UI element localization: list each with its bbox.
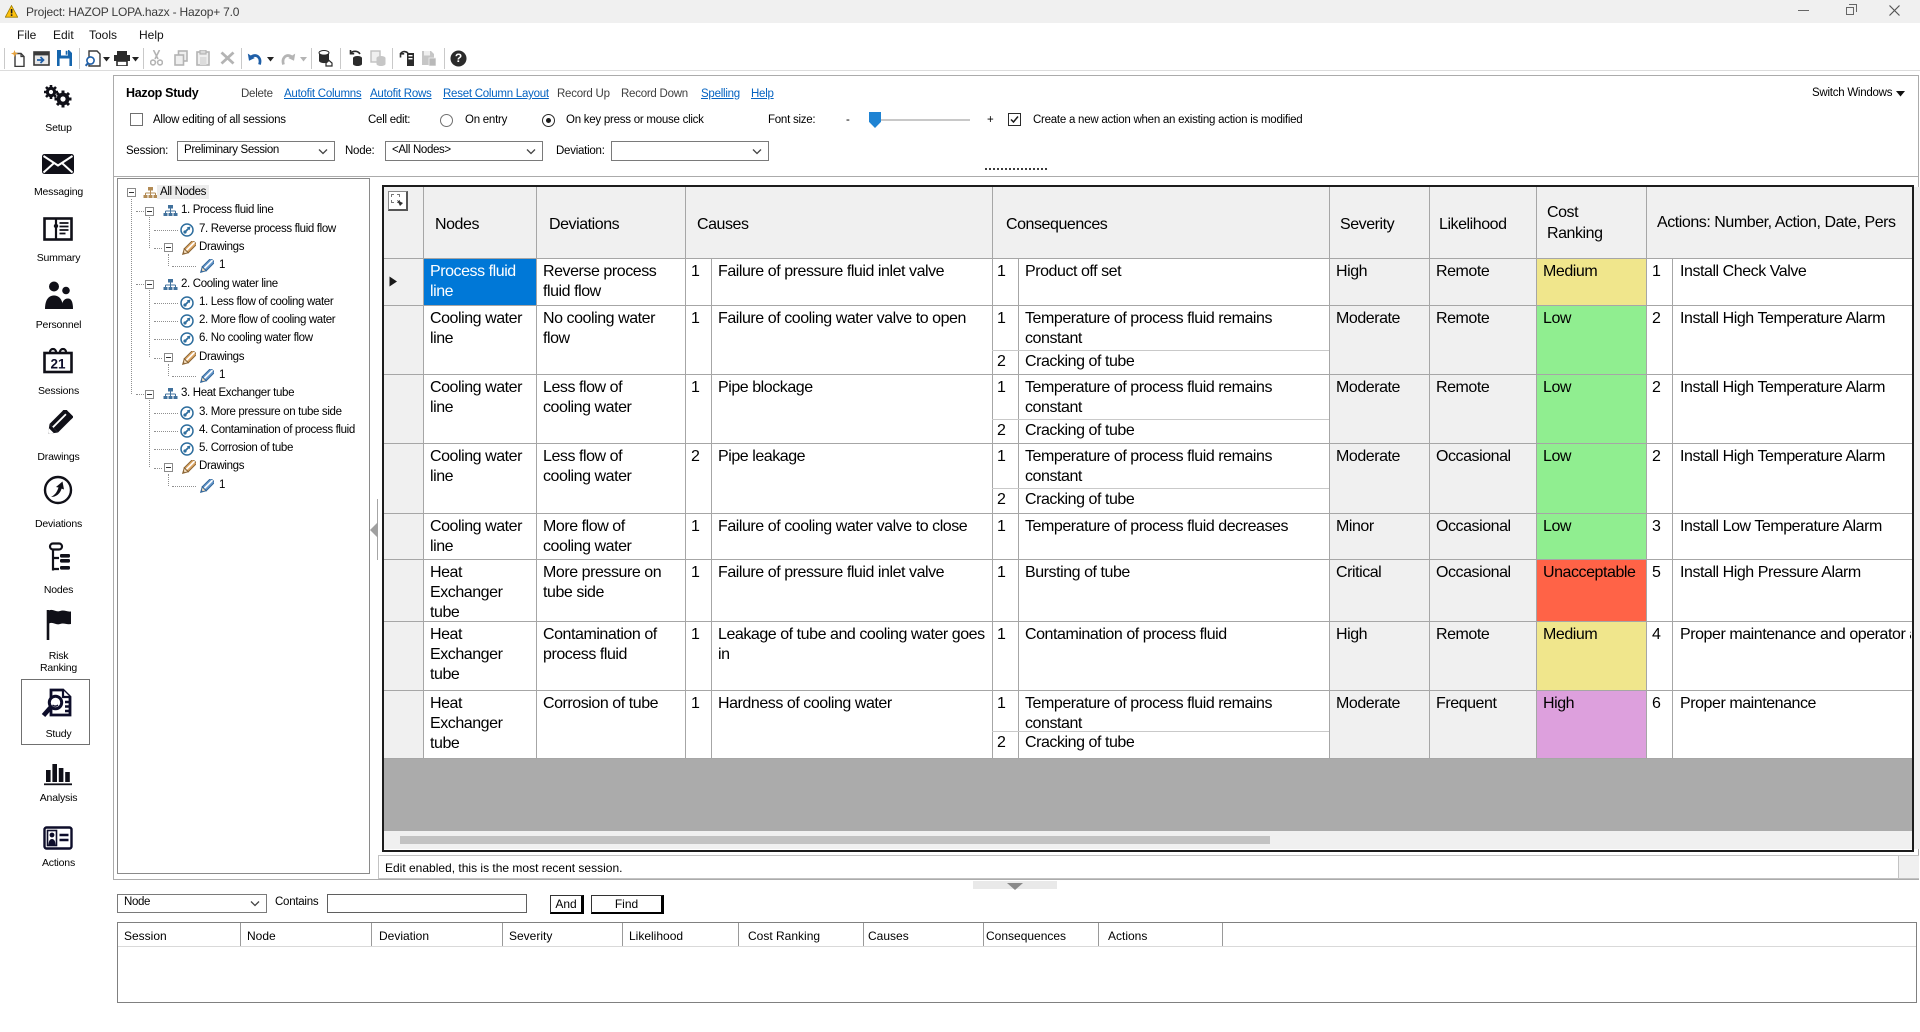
svg-text:21: 21 — [50, 357, 66, 372]
